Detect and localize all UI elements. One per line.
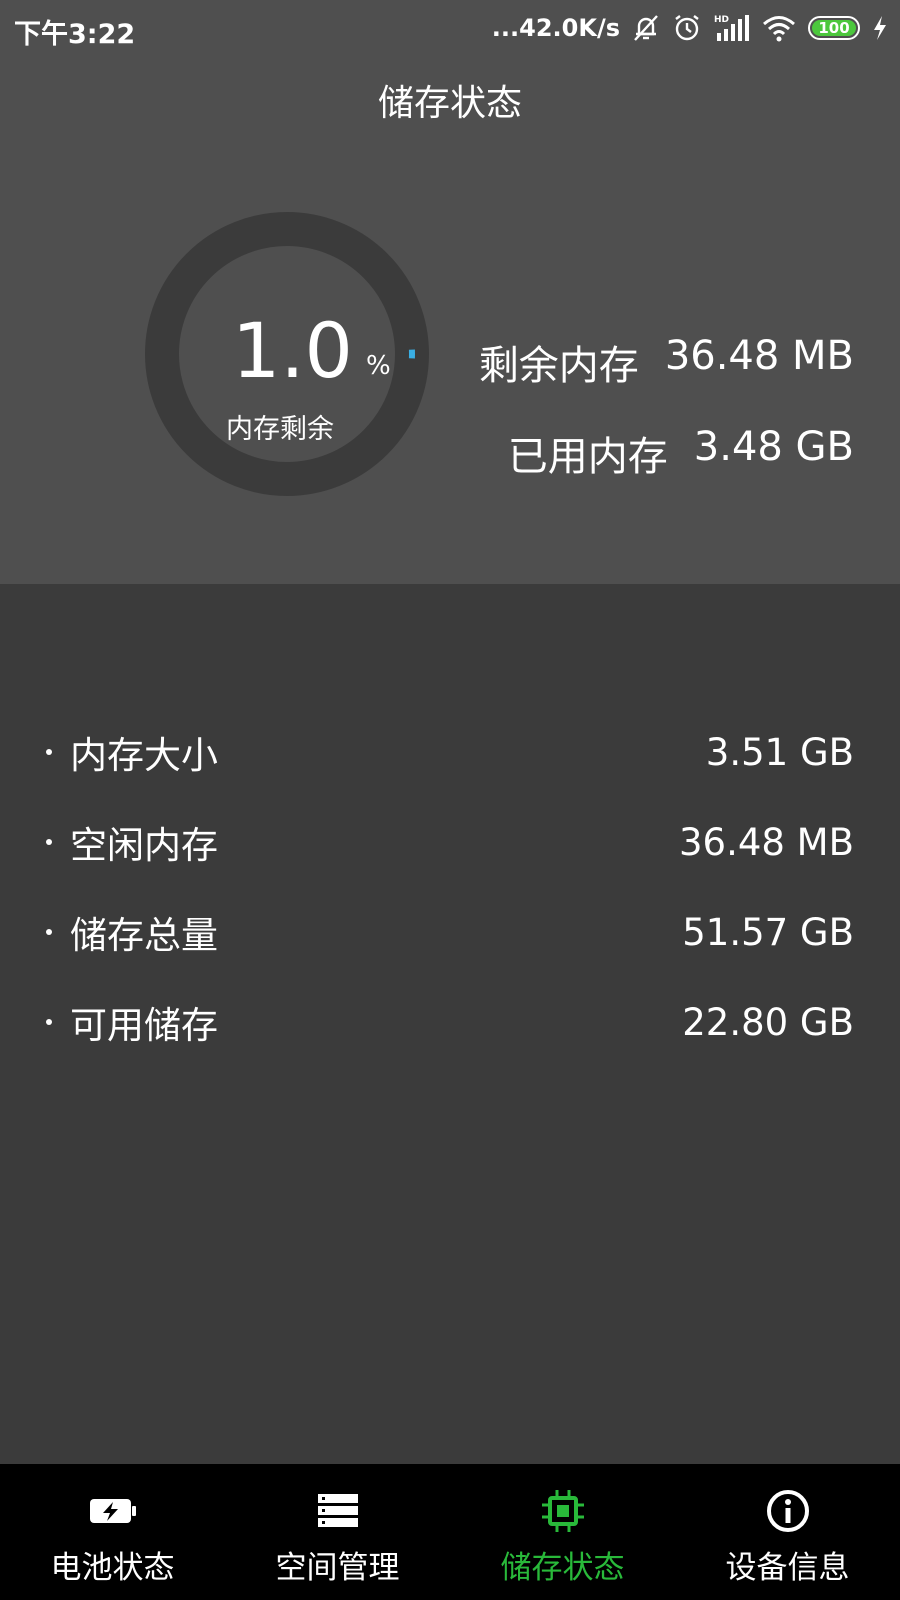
free-memory-value: 36.48 MB <box>664 333 854 379</box>
detail-row-memory-size: 内存大小 3.51 GB <box>46 727 854 777</box>
nav-label: 空间管理 <box>275 1550 400 1586</box>
gauge-percent-value: 1.0 <box>232 306 353 395</box>
used-memory-value: 3.48 GB <box>693 424 854 470</box>
nav-label: 储存状态 <box>500 1550 625 1586</box>
nav-label: 电池状态 <box>50 1550 175 1586</box>
nav-label: 设备信息 <box>725 1550 850 1586</box>
battery-charging-icon <box>89 1488 137 1534</box>
detail-value: 36.48 MB <box>679 820 854 864</box>
used-memory-label: 已用内存 <box>507 434 668 480</box>
nav-tab-storage-status[interactable]: 储存状态 <box>450 1464 675 1600</box>
bell-off-icon <box>632 13 660 43</box>
wifi-icon <box>762 13 796 43</box>
nav-tab-device-info[interactable]: 设备信息 <box>675 1464 900 1600</box>
nav-tab-space-management[interactable]: 空间管理 <box>225 1464 450 1600</box>
info-icon <box>766 1488 810 1534</box>
network-speed: ...42.0K/s <box>491 14 620 42</box>
status-time: 下午3:22 <box>14 19 136 50</box>
hd-signal-icon: HD <box>714 13 750 43</box>
battery-icon: 100 <box>808 16 860 40</box>
detail-label: 可用储存 <box>70 1004 218 1047</box>
nav-tab-battery-status[interactable]: 电池状态 <box>0 1464 225 1600</box>
free-memory-summary: 剩余内存 36.48 MB <box>479 333 854 391</box>
bullet-icon <box>46 929 52 935</box>
status-bar: 下午3:22 ...42.0K/s HD 100 <box>0 0 900 56</box>
bottom-nav: 电池状态 空间管理 储存状态 设备信息 <box>0 1464 900 1600</box>
detail-value: 3.51 GB <box>705 730 854 774</box>
detail-label: 内存大小 <box>70 734 218 777</box>
used-memory-summary: 已用内存 3.48 GB <box>508 424 854 482</box>
detail-label: 空闲内存 <box>70 824 218 867</box>
charging-icon <box>872 15 888 41</box>
detail-row-free-memory: 空闲内存 36.48 MB <box>46 817 854 867</box>
battery-level: 100 <box>818 18 850 37</box>
detail-label: 储存总量 <box>70 914 218 957</box>
storage-list-icon <box>317 1488 359 1534</box>
bullet-icon <box>46 839 52 845</box>
detail-value: 51.57 GB <box>682 910 854 954</box>
detail-row-total-storage: 储存总量 51.57 GB <box>46 907 854 957</box>
gauge-caption: 内存剩余 <box>226 414 334 445</box>
battery-fill: 100 <box>812 20 856 36</box>
chip-icon <box>541 1488 585 1534</box>
detail-row-available-storage: 可用储存 22.80 GB <box>46 997 854 1047</box>
bullet-icon <box>46 1019 52 1025</box>
summary-panel: 下午3:22 ...42.0K/s HD 100 储存状态 1.0 % 内存剩余… <box>0 0 900 584</box>
page-title: 储存状态 <box>377 83 522 124</box>
gauge-percent-unit: % <box>366 351 391 381</box>
detail-value: 22.80 GB <box>682 1000 854 1044</box>
bullet-icon <box>46 749 52 755</box>
status-icons: ...42.0K/s HD 100 <box>492 10 888 46</box>
free-memory-label: 剩余内存 <box>478 343 639 389</box>
svg-text:HD: HD <box>714 15 729 25</box>
alarm-icon <box>672 13 702 43</box>
